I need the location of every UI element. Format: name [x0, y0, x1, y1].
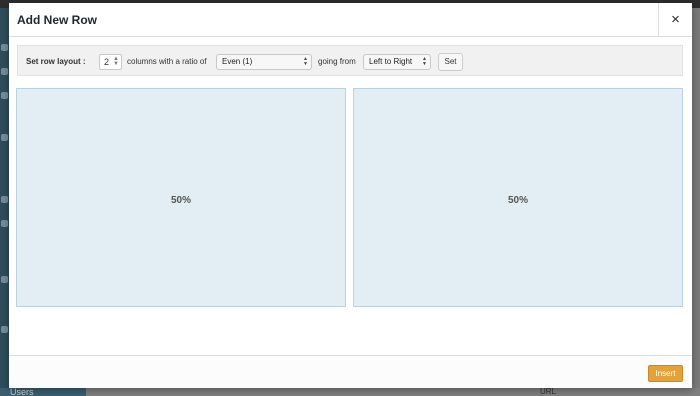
stepper-arrows-icon[interactable]: ▲ ▼ — [113, 56, 119, 67]
add-row-modal: Add New Row × Set row layout : 2 ▲ ▼ colu… — [9, 3, 692, 388]
menu-icon — [1, 44, 8, 51]
admin-sidebar — [0, 8, 9, 396]
insert-button[interactable]: Insert — [648, 365, 683, 382]
sidebar-item-label: Users — [10, 387, 34, 396]
ratio-selected-value: Even (1) — [222, 57, 253, 66]
direction-selected-value: Left to Right — [369, 57, 413, 66]
row-column-2[interactable]: 50% — [353, 88, 683, 307]
menu-icon — [1, 326, 8, 333]
menu-icon — [1, 276, 8, 283]
close-icon[interactable]: × — [658, 3, 692, 37]
url-label: URL — [540, 387, 557, 396]
background-content — [692, 8, 700, 396]
menu-icon — [1, 68, 8, 75]
columns-count-value: 2 — [104, 57, 110, 67]
background-footer: Users URL — [0, 387, 700, 396]
column-width-label: 50% — [170, 195, 191, 206]
direction-select[interactable]: Left to Right ▲ ▼ — [363, 54, 431, 70]
going-from-text: going from — [318, 57, 356, 66]
row-column-1[interactable]: 50% — [16, 88, 346, 307]
modal-header: Add New Row × — [9, 3, 692, 37]
select-arrows-icon: ▲ ▼ — [422, 56, 427, 67]
row-layout-label: Set row layout : — [26, 57, 86, 66]
set-button[interactable]: Set — [438, 53, 463, 71]
menu-icon — [1, 196, 8, 203]
menu-icon — [1, 220, 8, 227]
menu-icon — [1, 92, 8, 99]
modal-footer: Insert — [9, 355, 692, 388]
select-arrows-icon: ▲ ▼ — [303, 56, 308, 67]
columns-ratio-text: columns with a ratio of — [127, 57, 207, 66]
columns-count-input[interactable]: 2 ▲ ▼ — [99, 54, 122, 70]
ratio-select[interactable]: Even (1) ▲ ▼ — [216, 54, 312, 70]
modal-title: Add New Row — [17, 13, 97, 27]
row-layout-bar: Set row layout : 2 ▲ ▼ columns with a rat… — [17, 45, 683, 76]
column-width-label: 50% — [507, 195, 528, 206]
menu-icon — [1, 134, 8, 141]
